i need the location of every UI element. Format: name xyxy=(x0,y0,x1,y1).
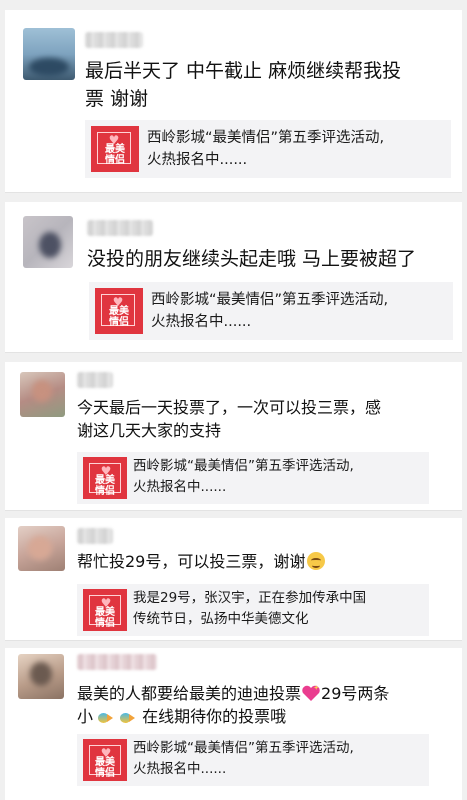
comment-text: 没投的朋友继续头起走哦 马上要被超了 xyxy=(87,246,457,274)
card-logo: 最美 情侣 xyxy=(95,475,115,497)
sparkling-heart-icon xyxy=(301,684,321,702)
card-logo: 最美 情侣 xyxy=(109,306,129,328)
link-card[interactable]: ♥ 最美 情侣 西岭影城“最美情侣”第五季评选活动, 火热报名中...... xyxy=(89,282,453,340)
avatar[interactable] xyxy=(23,28,75,80)
link-card[interactable]: ♥ 最美 情侣 我是29号，张汉宇，正在参加传承中国 传统节日，弘扬中华美德文化 xyxy=(77,584,429,636)
card-title-line: 西岭影城“最美情侣”第五季评选活动, xyxy=(147,130,385,146)
comment-text-line: 最后半天了 中午截止 麻烦继续帮我投 xyxy=(85,60,402,82)
comment-text: 最美的人都要给最美的迪迪投票 29号两条 小 在线期待你的投票哦 xyxy=(77,682,457,728)
comment-text-segment: 29号两条 xyxy=(321,684,390,703)
nickname[interactable] xyxy=(77,528,113,544)
link-card-thumbnail: ♥ 最美 情侣 xyxy=(83,457,127,499)
comment-post: 没投的朋友继续头起走哦 马上要被超了 ♥ 最美 情侣 西岭影城“最美情侣”第五季评… xyxy=(5,202,462,353)
comment-text-segment: 最美的人都要给最美的迪迪投票 xyxy=(77,684,302,703)
comment-text-line: 今天最后一天投票了，一次可以投三票，感 xyxy=(77,398,382,417)
comment-post: 今天最后一天投票了，一次可以投三票，感 谢这几天大家的支持 ♥ 最美 情侣 西岭影… xyxy=(5,362,462,511)
avatar[interactable] xyxy=(18,654,64,699)
comment-text-line: 谢这几天大家的支持 xyxy=(77,421,222,441)
link-card-thumbnail: ♥ 最美 情侣 xyxy=(91,126,139,172)
card-logo: 最美 情侣 xyxy=(105,144,125,166)
tropical-fish-icon xyxy=(117,711,136,725)
comment-text: 今天最后一天投票了，一次可以投三票，感 谢这几天大家的支持 xyxy=(77,396,457,442)
comment-text-line: 小 在线期待你的投票哦 xyxy=(77,705,457,728)
card-title-line: 西岭影城“最美情侣”第五季评选活动, xyxy=(133,740,354,756)
comment-text-line: 没投的朋友继续头起走哦 马上要被超了 xyxy=(87,248,417,270)
tropical-fish-icon xyxy=(95,711,114,725)
link-card[interactable]: ♥ 最美 情侣 西岭影城“最美情侣”第五季评选活动, 火热报名中...... xyxy=(77,452,429,504)
comment-post: 最后半天了 中午截止 麻烦继续帮我投 票 谢谢 ♥ 最美 情侣 西岭影城“最美情侣… xyxy=(5,10,462,193)
link-card-title: 西岭影城“最美情侣”第五季评选活动, 火热报名中...... xyxy=(151,289,467,333)
comment-text-line: 帮忙投29号，可以投三票，谢谢 xyxy=(77,552,306,571)
card-title-line: 西岭影城“最美情侣”第五季评选活动, xyxy=(151,292,389,308)
comment-text: 最后半天了 中午截止 麻烦继续帮我投 票 谢谢 xyxy=(85,58,455,113)
link-card-thumbnail: ♥ 最美 情侣 xyxy=(83,739,127,781)
comment-text: 帮忙投29号，可以投三票，谢谢 xyxy=(77,550,457,573)
comment-text-segment: 小 xyxy=(77,707,94,727)
link-card-title: 西岭影城“最美情侣”第五季评选活动, 火热报名中...... xyxy=(133,456,467,498)
comment-feed: 最后半天了 中午截止 麻烦继续帮我投 票 谢谢 ♥ 最美 情侣 西岭影城“最美情侣… xyxy=(5,0,462,800)
avatar[interactable] xyxy=(23,216,73,268)
card-title-line: 火热报名中...... xyxy=(133,761,227,777)
card-title-line: 我是29号，张汉宇，正在参加传承中国 xyxy=(133,590,367,606)
nickname[interactable] xyxy=(77,372,113,388)
card-title-line: 火热报名中...... xyxy=(147,152,248,168)
nickname[interactable] xyxy=(77,654,157,670)
card-logo: 最美 情侣 xyxy=(95,607,115,629)
card-title-line: 西岭影城“最美情侣”第五季评选活动, xyxy=(133,458,354,474)
avatar[interactable] xyxy=(20,372,65,417)
link-card-title: 西岭影城“最美情侣”第五季评选活动, 火热报名中...... xyxy=(147,127,467,171)
comment-text-line: 票 谢谢 xyxy=(85,87,149,110)
smirk-face-icon xyxy=(307,552,326,570)
card-title-line: 火热报名中...... xyxy=(151,314,252,330)
link-card-thumbnail: ♥ 最美 情侣 xyxy=(83,589,127,631)
card-title-line: 火热报名中...... xyxy=(133,479,227,495)
nickname[interactable] xyxy=(85,32,143,48)
link-card-title: 西岭影城“最美情侣”第五季评选活动, 火热报名中...... xyxy=(133,738,467,780)
comment-post: 最美的人都要给最美的迪迪投票 29号两条 小 在线期待你的投票哦 ♥ 最美 情侣 西… xyxy=(5,648,462,800)
card-logo: 最美 情侣 xyxy=(95,757,115,779)
avatar[interactable] xyxy=(18,526,65,571)
comment-text-line: 最美的人都要给最美的迪迪投票 29号两条 xyxy=(77,682,457,705)
comment-post: 帮忙投29号，可以投三票，谢谢 ♥ 最美 情侣 我是29号，张汉宇，正在参加传承中… xyxy=(5,518,462,641)
comment-text-segment: 在线期待你的投票哦 xyxy=(142,707,287,727)
nickname[interactable] xyxy=(87,220,153,236)
link-card-title: 我是29号，张汉宇，正在参加传承中国 传统节日，弘扬中华美德文化 xyxy=(133,588,467,630)
link-card[interactable]: ♥ 最美 情侣 西岭影城“最美情侣”第五季评选活动, 火热报名中...... xyxy=(85,120,451,178)
link-card[interactable]: ♥ 最美 情侣 西岭影城“最美情侣”第五季评选活动, 火热报名中...... xyxy=(77,734,429,786)
card-title-line: 传统节日，弘扬中华美德文化 xyxy=(133,611,309,627)
link-card-thumbnail: ♥ 最美 情侣 xyxy=(95,288,143,334)
